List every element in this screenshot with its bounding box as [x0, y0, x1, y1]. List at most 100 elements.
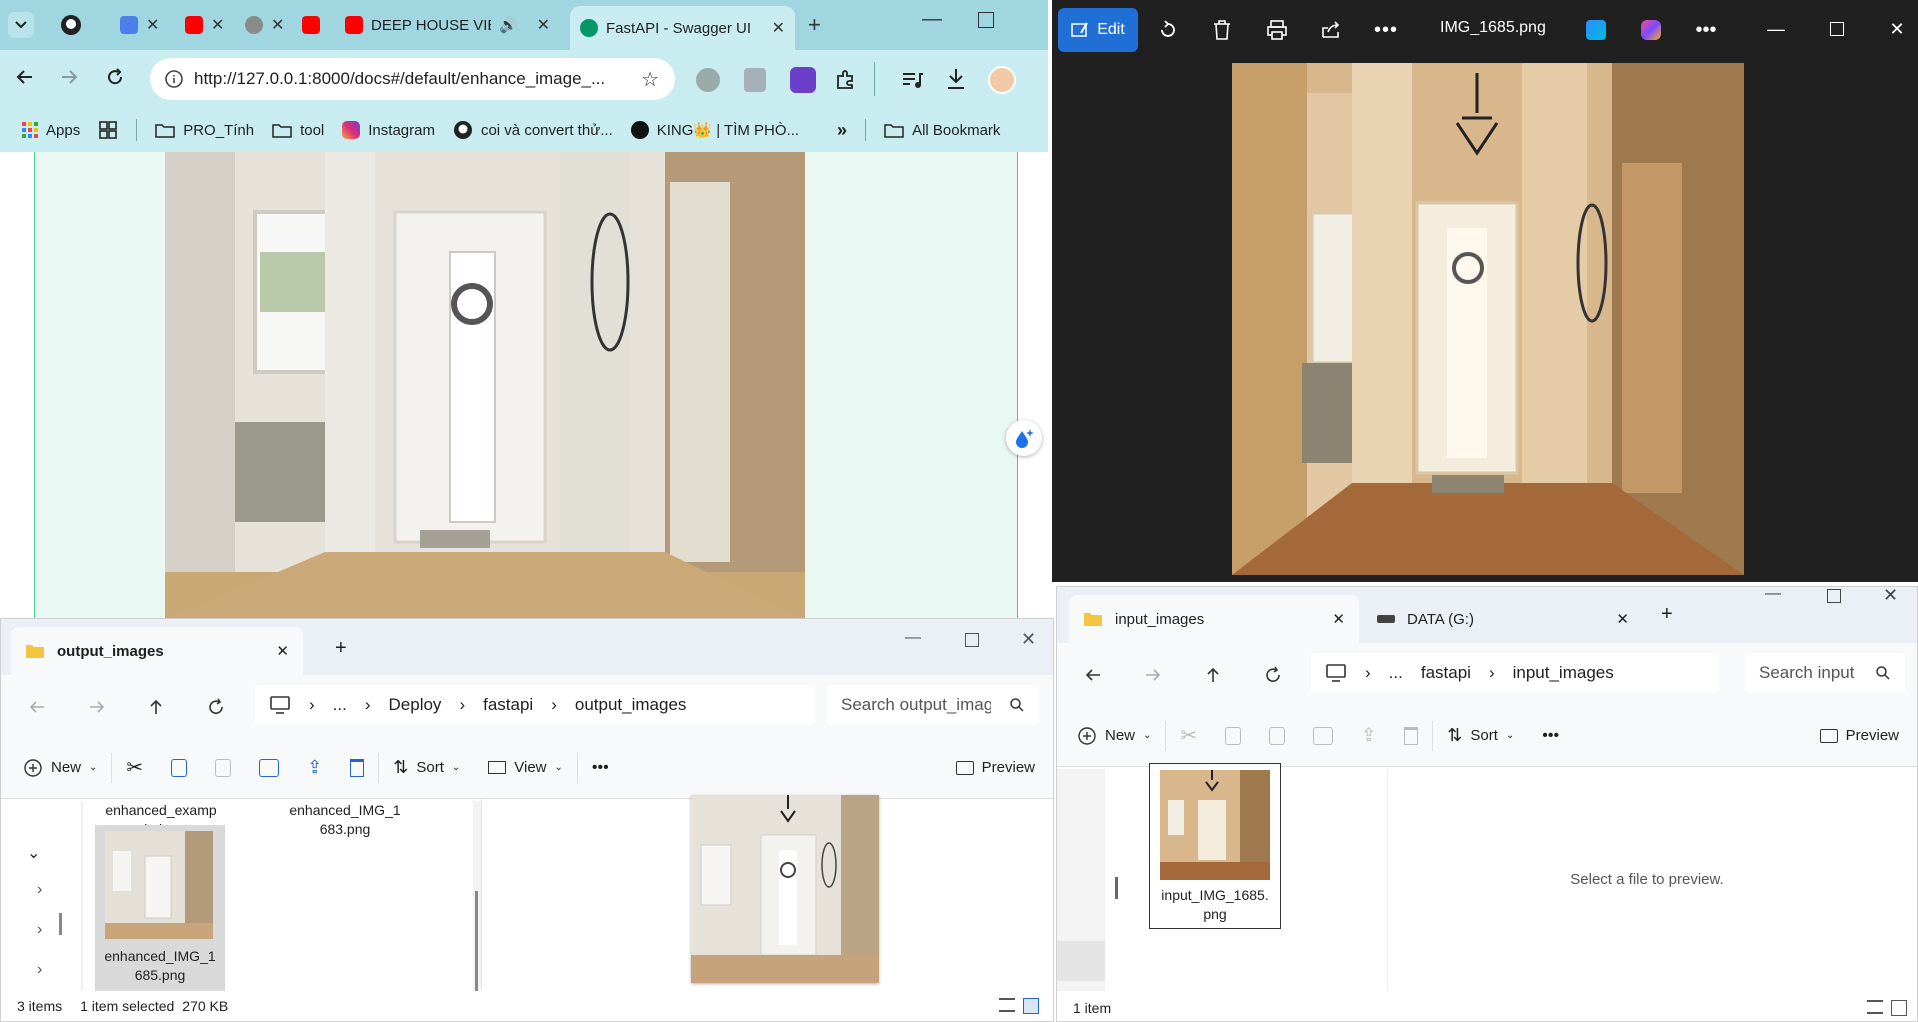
- more-options-button-2[interactable]: •••: [1692, 16, 1720, 44]
- chevron-right-icon[interactable]: ›: [37, 921, 42, 939]
- forward-button[interactable]: [58, 66, 80, 88]
- delete-button[interactable]: [1390, 705, 1432, 766]
- rename-button[interactable]: [1299, 705, 1347, 766]
- print-button[interactable]: [1263, 16, 1291, 44]
- info-icon[interactable]: [164, 69, 184, 89]
- see-more-button[interactable]: •••: [578, 737, 623, 798]
- delete-button[interactable]: [1208, 16, 1236, 44]
- chevron-right-icon[interactable]: ›: [37, 881, 42, 899]
- breadcrumb[interactable]: › ... › Deploy › fastapi › output_images: [255, 685, 815, 725]
- paste-button[interactable]: [201, 737, 245, 798]
- minimize-button[interactable]: —: [905, 629, 921, 647]
- code-extension-icon[interactable]: [790, 67, 816, 93]
- nav-pane-scrollbar[interactable]: [59, 913, 62, 935]
- bookmark-github-convert[interactable]: coi và convert thử...: [453, 120, 613, 140]
- forward-button[interactable]: [85, 695, 109, 719]
- file-list-scrollbar[interactable]: [473, 801, 481, 991]
- chevron-right-icon[interactable]: ›: [37, 961, 42, 979]
- minimize-button[interactable]: —: [1761, 14, 1791, 44]
- file-enhanced-img-1685[interactable]: enhanced_IMG_1 685.png: [95, 825, 225, 991]
- breadcrumb-overflow[interactable]: ...: [333, 695, 347, 715]
- breadcrumb-fastapi[interactable]: fastapi: [1421, 663, 1471, 683]
- camera-extension-icon[interactable]: [696, 68, 720, 92]
- copilot-button[interactable]: [1637, 16, 1665, 44]
- media-control-button[interactable]: [900, 68, 924, 92]
- close-icon[interactable]: ✕: [772, 18, 785, 38]
- all-bookmarks-folder[interactable]: All Bookmark: [884, 122, 1000, 139]
- tab-data-drive[interactable]: DATA (G:) ✕: [1363, 595, 1643, 643]
- close-button[interactable]: ✕: [1021, 629, 1036, 650]
- bookmark-apps[interactable]: Apps: [22, 122, 80, 139]
- minimize-button[interactable]: —: [922, 8, 942, 31]
- bookmark-instagram[interactable]: Instagram: [342, 121, 435, 139]
- tab-deep-house[interactable]: DEEP HOUSE VIET 🔊 ✕: [335, 8, 560, 42]
- cut-button[interactable]: ✂: [1166, 705, 1211, 766]
- more-options-button[interactable]: •••: [1372, 16, 1400, 44]
- nav-pane-scrollbar[interactable]: [1115, 877, 1118, 899]
- refresh-button[interactable]: [204, 695, 228, 719]
- profile-avatar[interactable]: [988, 66, 1016, 94]
- back-button[interactable]: [1081, 663, 1105, 687]
- reload-button[interactable]: [104, 66, 126, 88]
- tab-youtube-1[interactable]: ✕: [175, 8, 242, 42]
- search-input[interactable]: Search input: [1745, 653, 1905, 693]
- designer-button[interactable]: [1582, 16, 1610, 44]
- tab-google-translate[interactable]: ✕: [110, 8, 177, 42]
- delete-button[interactable]: [336, 737, 378, 798]
- tab-input-images[interactable]: input_images ✕: [1069, 595, 1359, 643]
- new-tab-button[interactable]: +: [808, 12, 821, 38]
- close-button[interactable]: ✕: [1883, 585, 1898, 606]
- up-button[interactable]: [1201, 663, 1225, 687]
- share-button[interactable]: [1317, 16, 1345, 44]
- minimize-button[interactable]: —: [1765, 585, 1781, 603]
- tab-groups-button[interactable]: [98, 120, 118, 140]
- ai-assistant-button[interactable]: [1006, 420, 1042, 456]
- more-bookmarks-button[interactable]: »: [837, 120, 847, 141]
- copy-button[interactable]: [157, 737, 201, 798]
- paste-button[interactable]: [1255, 705, 1299, 766]
- file-input-img-1685[interactable]: input_IMG_1685. png: [1149, 763, 1281, 929]
- edit-button[interactable]: Edit: [1058, 8, 1138, 52]
- new-tab-button[interactable]: +: [1661, 603, 1673, 626]
- new-button[interactable]: New ⌄: [1057, 705, 1165, 766]
- rotate-button[interactable]: [1154, 16, 1182, 44]
- up-button[interactable]: [144, 695, 168, 719]
- bookmark-star-icon[interactable]: ☆: [641, 67, 659, 92]
- refresh-button[interactable]: [1261, 663, 1285, 687]
- breadcrumb-input-images[interactable]: input_images: [1513, 663, 1614, 683]
- preview-button[interactable]: Preview: [1806, 705, 1917, 766]
- close-icon[interactable]: ✕: [211, 15, 224, 35]
- share-button[interactable]: ⇪: [1347, 705, 1390, 766]
- maximize-button[interactable]: [1827, 589, 1841, 603]
- address-bar[interactable]: http://127.0.0.1:8000/docs#/default/enha…: [150, 58, 675, 100]
- tab-search-button[interactable]: [8, 12, 34, 38]
- new-tab-button[interactable]: +: [335, 637, 347, 660]
- file-enhanced-img-1683[interactable]: enhanced_IMG_1 683.png: [281, 801, 409, 839]
- maximize-button[interactable]: [965, 633, 979, 647]
- preview-button[interactable]: Preview: [942, 737, 1053, 798]
- tab-github[interactable]: [50, 8, 100, 42]
- breadcrumb[interactable]: › ... fastapi › input_images: [1311, 653, 1719, 693]
- view-button[interactable]: View ⌄: [474, 737, 577, 798]
- details-view-icon[interactable]: [1867, 1000, 1883, 1014]
- search-input[interactable]: Search output_images: [827, 685, 1039, 725]
- close-icon[interactable]: ✕: [276, 642, 289, 660]
- maximize-button[interactable]: [978, 12, 994, 28]
- sort-button[interactable]: ⇅ Sort ⌄: [1433, 705, 1528, 766]
- back-button[interactable]: [25, 695, 49, 719]
- see-more-button[interactable]: •••: [1528, 705, 1573, 766]
- close-icon[interactable]: ✕: [1616, 610, 1629, 628]
- breadcrumb-output-images[interactable]: output_images: [575, 695, 687, 715]
- breadcrumb-fastapi[interactable]: fastapi: [483, 695, 533, 715]
- new-button[interactable]: New ⌄: [1, 737, 111, 798]
- bookmark-folder-pro-tinh[interactable]: PRO_Tính: [155, 122, 254, 139]
- breadcrumb-deploy[interactable]: Deploy: [389, 695, 442, 715]
- close-icon[interactable]: ✕: [271, 15, 284, 35]
- extensions-button[interactable]: [834, 68, 858, 92]
- chevron-down-icon[interactable]: ⌄: [27, 843, 40, 863]
- cut-button[interactable]: ✂: [112, 737, 157, 798]
- back-button[interactable]: [14, 66, 36, 88]
- close-icon[interactable]: ✕: [537, 15, 550, 35]
- breadcrumb-overflow[interactable]: ...: [1389, 663, 1403, 683]
- bookmark-king[interactable]: KING👑 | TÌM PHÒ...: [630, 121, 799, 139]
